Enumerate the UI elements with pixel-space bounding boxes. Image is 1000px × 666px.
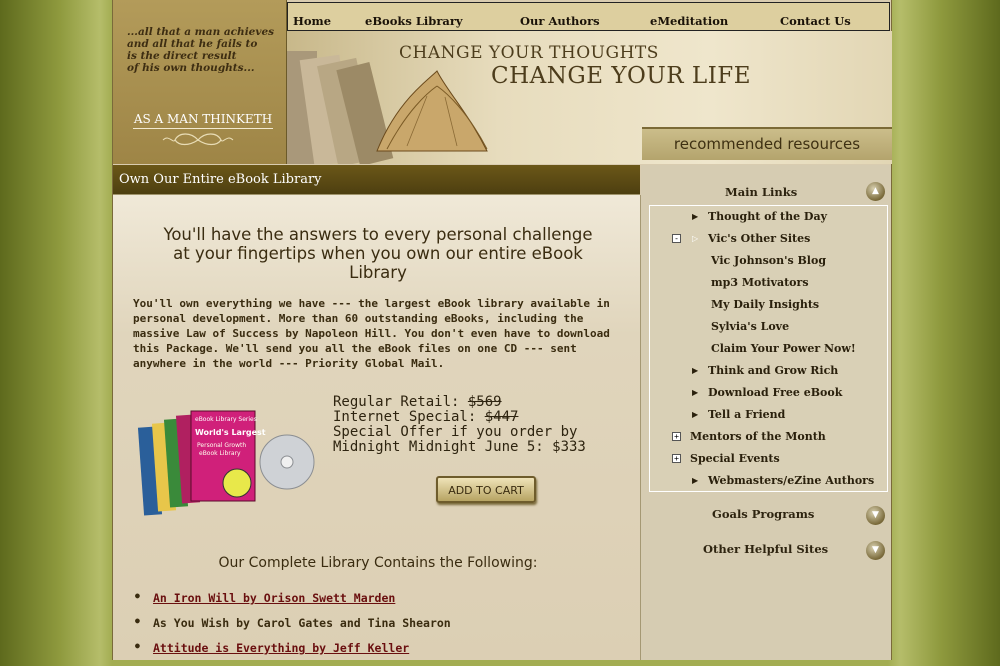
sidebar-item-special-events[interactable]: Special Events [690,452,780,465]
banner: CHANGE YOUR THOUGHTS CHANGE YOUR LIFE re… [287,31,892,164]
sidebar-item-mp3-motivators[interactable]: mp3 Motivators [711,276,809,289]
special-offer: Special Offer if you order by Midnight M… [333,424,586,455]
list-item[interactable]: Attitude is Everything by Jeff Keller [133,641,623,666]
sidebar-other-helpful-sites[interactable]: Other Helpful Sites [703,542,828,556]
regular-price: $569 [467,394,502,410]
sidebar: Main Links ▲ ▶ Thought of the Day - ▷ Vi… [641,165,891,660]
nav-home[interactable]: Home [293,14,331,28]
library-list: An Iron Will by Orison Swett Marden As Y… [133,591,623,666]
tagline-change-life: CHANGE YOUR LIFE [491,63,752,89]
expand-down-icon[interactable]: ▼ [866,541,885,560]
expand-plus-icon[interactable]: + [672,454,681,463]
sidebar-item-webmasters[interactable]: Webmasters/eZine Authors [708,474,874,487]
nav-ebooks-library[interactable]: eBooks Library [365,14,463,28]
sidebar-item-daily-insights[interactable]: My Daily Insights [711,298,819,311]
top-nav: Home eBooks Library Our Authors eMeditat… [287,2,890,31]
pricing-block: Regular Retail: $569 Internet Special: $… [333,395,623,455]
arrow-right-icon: ▶ [692,388,699,397]
arrow-right-icon: ▶ [692,410,699,419]
tagline-change-thoughts: CHANGE YOUR THOUGHTS [399,43,659,63]
list-item[interactable]: An Iron Will by Orison Swett Marden [133,591,623,616]
list-item: As You Wish by Carol Gates and Tina Shea… [133,616,623,641]
internet-special-line: Internet Special: $447 [333,409,519,425]
sidebar-goals-programs[interactable]: Goals Programs [712,507,814,521]
product-box-image[interactable]: eBook Library Series World's Largest Per… [137,407,317,517]
sidebar-item-mentors[interactable]: Mentors of the Month [690,430,826,443]
sidebar-item-vic-blog[interactable]: Vic Johnson's Blog [711,254,826,267]
collapse-minus-icon[interactable]: - [672,234,681,243]
arrow-right-icon: ▶ [692,366,699,375]
regular-retail-line: Regular Retail: $569 [333,394,502,410]
product-series-text: eBook Library Series [195,416,257,423]
add-to-cart-button[interactable]: ADD TO CART [436,476,536,503]
sidebar-item-thought-of-the-day[interactable]: Thought of the Day [708,210,827,223]
ornament-icon [162,133,234,146]
svg-text:Personal Growth: Personal Growth [197,442,246,449]
sidebar-item-download-ebook[interactable]: Download Free eBook [708,386,842,399]
sidebar-item-vics-other-sites[interactable]: Vic's Other Sites [708,232,810,245]
main-content: You'll have the answers to every persona… [113,195,641,660]
headline: You'll have the answers to every persona… [163,225,593,282]
svg-text:World's Largest: World's Largest [195,428,266,437]
expand-down-icon[interactable]: ▼ [866,506,885,525]
section-title-bar: Own Our Entire eBook Library [113,165,640,195]
svg-text:eBook Library: eBook Library [199,450,241,457]
internet-price: $447 [484,409,519,425]
nav-our-authors[interactable]: Our Authors [520,14,600,28]
nav-contact-us[interactable]: Contact Us [780,14,851,28]
recommended-resources-label: recommended resources [642,127,892,160]
header-logo-panel: ...all that a man achieves and all that … [113,0,287,164]
sidebar-main-links-heading[interactable]: Main Links [725,185,797,199]
collapse-up-icon[interactable]: ▲ [866,182,885,201]
arrow-right-icon: ▶ [692,212,699,221]
header-quote: ...all that a man achieves and all that … [127,26,275,74]
arrow-right-outline-icon: ▷ [692,234,699,243]
arrow-right-icon: ▶ [692,476,699,485]
book-title[interactable]: AS A MAN THINKETH [133,112,273,129]
nav-emeditation[interactable]: eMeditation [650,14,728,28]
expand-plus-icon[interactable]: + [672,432,681,441]
page-container: ...all that a man achieves and all that … [112,0,892,660]
sidebar-item-think-grow-rich[interactable]: Think and Grow Rich [708,364,838,377]
main-links-box: ▶ Thought of the Day - ▷ Vic's Other Sit… [649,205,888,492]
sidebar-item-sylvias-love[interactable]: Sylvia's Love [711,320,789,333]
intro-paragraph: You'll own everything we have --- the la… [133,297,610,370]
library-heading: Our Complete Library Contains the Follow… [218,555,538,571]
sidebar-item-claim-your-power[interactable]: Claim Your Power Now! [711,342,856,355]
section-title: Own Our Entire eBook Library [119,172,322,187]
sidebar-item-tell-a-friend[interactable]: Tell a Friend [708,408,785,421]
